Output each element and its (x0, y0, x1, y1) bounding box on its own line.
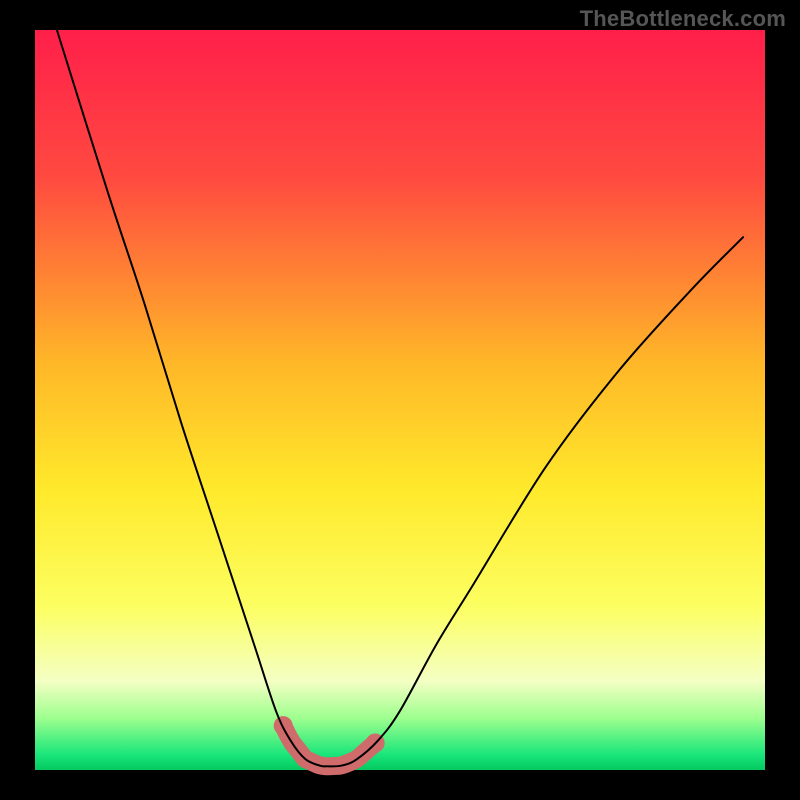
bottleneck-chart (0, 0, 800, 800)
gradient-background (35, 30, 765, 770)
watermark-text: TheBottleneck.com (580, 6, 786, 32)
chart-frame: TheBottleneck.com (0, 0, 800, 800)
